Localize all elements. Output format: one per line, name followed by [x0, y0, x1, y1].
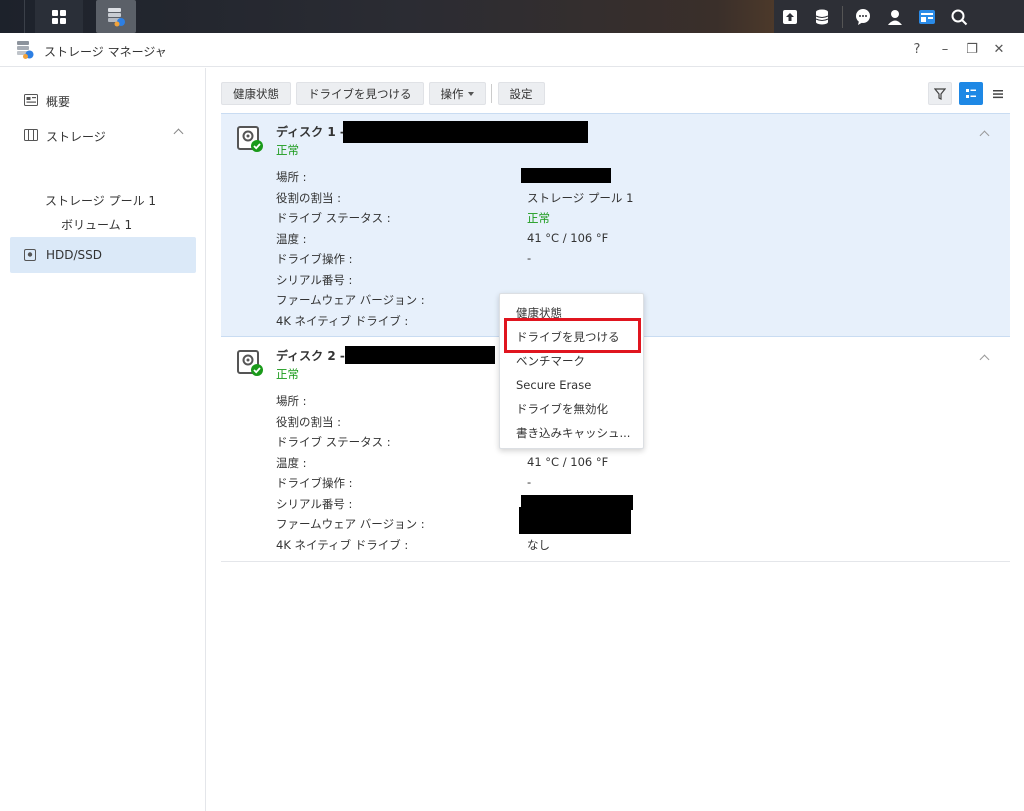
tray-separator — [842, 5, 843, 28]
system-tray — [774, 0, 1024, 33]
sidebar-item-hdd-ssd[interactable]: HDD/SSD — [10, 237, 196, 273]
location-label: 場所 : — [276, 394, 307, 408]
native-4k-label: 4K ネイティブ ドライブ : — [276, 314, 409, 328]
drive-action-label: ドライブ操作 : — [276, 252, 353, 266]
disk-name: ディスク 1 - — [276, 125, 345, 139]
toolbar: 健康状態 ドライブを見つける 操作 設定 — [221, 82, 550, 105]
sidebar-item-label: HDD/SSD — [46, 248, 103, 262]
firmware-label: ファームウェア バージョン : — [276, 517, 425, 531]
filter-icon — [934, 87, 946, 100]
sidebar-item-overview[interactable]: 概要 — [10, 83, 196, 117]
native-4k-value: なし — [527, 538, 550, 552]
highlight-annotation — [504, 318, 641, 353]
main-menu-button[interactable] — [35, 0, 83, 33]
firmware-label: ファームウェア バージョン : — [276, 293, 425, 307]
database-icon[interactable] — [806, 0, 838, 33]
restore-button[interactable]: ❐ — [964, 42, 980, 57]
locate-drive-button-label: ドライブを見つける — [308, 86, 412, 101]
drive-status-label: ドライブ ステータス : — [276, 435, 391, 449]
dropdown-arrow-icon — [467, 91, 474, 96]
drive-action-value: - — [527, 251, 532, 265]
list-view-button[interactable] — [986, 82, 1010, 105]
overview-icon — [24, 94, 38, 106]
drive-status-label: ドライブ ステータス : — [276, 211, 391, 225]
drive-action-label: ドライブ操作 : — [276, 476, 353, 490]
serial-label: シリアル番号 : — [276, 497, 353, 511]
disk-status: 正常 — [276, 367, 299, 381]
filter-button[interactable] — [928, 82, 952, 105]
role-value: ストレージ プール 1 — [527, 191, 634, 205]
taskbar — [0, 0, 1024, 33]
grid-icon — [52, 9, 66, 24]
native-4k-label: 4K ネイティブ ドライブ : — [276, 538, 409, 552]
detail-view-button[interactable] — [959, 82, 983, 105]
action-context-menu: 健康状態 ドライブを見つける ベンチマーク Secure Erase ドライブを… — [499, 293, 644, 449]
storage-manager-icon — [108, 7, 125, 26]
menu-item-write-cache[interactable]: 書き込みキャッシュ... — [516, 425, 630, 441]
temperature-value: 41 °C / 106 °F — [527, 455, 609, 469]
location-label: 場所 : — [276, 170, 307, 184]
menu-item-benchmark[interactable]: ベンチマーク — [516, 353, 585, 369]
upload-icon[interactable] — [774, 0, 806, 33]
drive-action-value: - — [527, 475, 532, 489]
sidebar-item-storage[interactable]: ストレージ — [10, 118, 196, 152]
temperature-label: 温度 : — [276, 232, 307, 246]
locate-drive-button[interactable]: ドライブを見つける — [296, 82, 424, 105]
action-dropdown-button[interactable]: 操作 — [428, 82, 486, 105]
search-icon[interactable] — [943, 0, 975, 33]
hdd-icon — [24, 249, 36, 261]
list-icon — [993, 89, 1003, 98]
window-title: ストレージ マネージャ — [44, 45, 167, 59]
temperature-value: 41 °C / 106 °F — [527, 231, 609, 245]
chevron-up-icon[interactable] — [173, 128, 184, 139]
health-button-label: 健康状態 — [233, 86, 279, 101]
sidebar-item-label: 概要 — [46, 95, 71, 109]
redacted-firmware — [519, 507, 631, 534]
close-button[interactable]: ✕ — [991, 42, 1007, 57]
temperature-label: 温度 : — [276, 456, 307, 470]
chevron-up-icon[interactable] — [979, 354, 990, 365]
sidebar-item-volume[interactable]: ボリューム 1 — [61, 216, 132, 233]
redacted-location — [521, 168, 611, 183]
toolbar-divider — [490, 84, 492, 103]
storage-manager-taskbar-button[interactable] — [96, 0, 136, 33]
menu-item-secure-erase[interactable]: Secure Erase — [516, 378, 591, 392]
sidebar-item-storage-pool[interactable]: ストレージ プール 1 — [45, 192, 156, 209]
chat-icon[interactable] — [847, 0, 879, 33]
minimize-button[interactable]: – — [937, 42, 953, 57]
widgets-icon[interactable] — [911, 0, 943, 33]
list-detail-icon — [966, 88, 976, 98]
hdd-status-ok-icon — [237, 350, 263, 376]
help-button[interactable]: ? — [909, 42, 925, 57]
role-label: 役割の割当 : — [276, 191, 342, 205]
drive-status-value: 正常 — [527, 211, 550, 225]
disk-status: 正常 — [276, 143, 299, 157]
disk-name: ディスク 2 - — [276, 349, 345, 363]
hdd-status-ok-icon — [237, 126, 263, 152]
settings-button[interactable]: 設定 — [497, 82, 545, 105]
role-label: 役割の割当 : — [276, 415, 342, 429]
menu-item-disable-drive[interactable]: ドライブを無効化 — [516, 401, 608, 417]
storage-icon — [24, 129, 38, 141]
user-icon[interactable] — [879, 0, 911, 33]
sidebar-item-label: ストレージ — [46, 130, 106, 144]
storage-manager-icon — [17, 41, 34, 59]
taskbar-separator — [24, 0, 25, 33]
health-button[interactable]: 健康状態 — [221, 82, 291, 105]
sidebar: 概要 ストレージ ストレージ プール 1 ボリューム 1 HDD/SSD — [0, 68, 206, 811]
chevron-up-icon[interactable] — [979, 130, 990, 141]
redacted-model — [343, 121, 588, 143]
storage-manager-window: ストレージ マネージャ ? – ❐ ✕ 概要 ストレージ ストレージ プール 1… — [0, 33, 1024, 811]
settings-button-label: 設定 — [509, 86, 533, 101]
serial-label: シリアル番号 : — [276, 273, 353, 287]
action-button-label: 操作 — [440, 86, 464, 101]
window-titlebar[interactable]: ストレージ マネージャ ? – ❐ ✕ — [0, 33, 1024, 67]
redacted-model — [345, 346, 495, 364]
